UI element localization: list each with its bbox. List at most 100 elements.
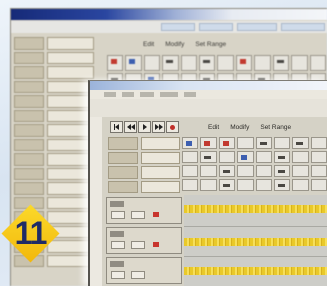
part-value-box[interactable]: [141, 166, 180, 179]
toolbar-button[interactable]: [218, 151, 236, 163]
toolbar-button[interactable]: [254, 55, 271, 71]
toolbar-button[interactable]: [162, 55, 179, 71]
mute-icon[interactable]: [153, 242, 159, 247]
part-value-box[interactable]: [47, 254, 94, 267]
part-value-box[interactable]: [47, 95, 94, 108]
toolbar-button[interactable]: [255, 165, 272, 177]
part-row[interactable]: [108, 180, 180, 193]
track-header[interactable]: [106, 257, 182, 284]
part-value-box[interactable]: [47, 167, 94, 180]
toolbar-button[interactable]: [309, 55, 326, 71]
part-row[interactable]: [108, 166, 180, 179]
toolbar-button[interactable]: [255, 137, 272, 149]
part-value-box[interactable]: [47, 66, 94, 79]
part-value-box[interactable]: [47, 51, 94, 64]
part-value-box[interactable]: [47, 196, 94, 209]
toolbar-button[interactable]: [273, 165, 291, 177]
track-control[interactable]: [131, 271, 145, 279]
toolbar-button[interactable]: [143, 55, 161, 71]
part-row[interactable]: [14, 124, 94, 137]
toolbar-button[interactable]: [237, 137, 254, 149]
part-row[interactable]: [14, 37, 94, 50]
front-window-title-bar[interactable]: [90, 81, 327, 90]
toolbar-button[interactable]: [237, 165, 254, 177]
toolbar-button[interactable]: [273, 137, 291, 149]
part-value-box[interactable]: [47, 109, 94, 122]
part-value-box[interactable]: [47, 153, 94, 166]
track-lanes[interactable]: [184, 195, 327, 286]
toolbar-button[interactable]: [182, 137, 199, 149]
menu-item[interactable]: [184, 92, 196, 97]
part-value-box[interactable]: [47, 37, 94, 50]
toolbar-button[interactable]: [125, 55, 142, 71]
toolbar-button[interactable]: [200, 165, 217, 177]
toolbar-button[interactable]: [237, 151, 254, 163]
toolbar-button[interactable]: [292, 137, 309, 149]
toolbar-button[interactable]: [200, 179, 217, 191]
play-button[interactable]: [138, 121, 151, 133]
toolbar-button[interactable]: [180, 55, 198, 71]
part-row[interactable]: [14, 95, 94, 108]
part-value-box[interactable]: [47, 124, 94, 137]
track-control[interactable]: [111, 271, 125, 279]
toolbar-button[interactable]: [272, 55, 290, 71]
audio-waveform[interactable]: [184, 205, 327, 213]
toolbar-button[interactable]: [199, 55, 216, 71]
record-button[interactable]: [166, 121, 179, 133]
toolbar-button[interactable]: [292, 179, 309, 191]
menu-edit[interactable]: Edit: [208, 124, 219, 131]
menu-modify[interactable]: Modify: [230, 124, 249, 131]
track-header[interactable]: [106, 227, 182, 254]
menu-item[interactable]: [122, 92, 134, 97]
part-value-box[interactable]: [141, 151, 180, 164]
track-control[interactable]: [131, 241, 145, 249]
menu-item[interactable]: [104, 92, 116, 97]
toolbar-button[interactable]: [200, 137, 217, 149]
toolbar-button[interactable]: [273, 151, 291, 163]
part-row[interactable]: [14, 167, 94, 180]
mute-icon[interactable]: [153, 212, 159, 217]
menu-edit[interactable]: Edit: [143, 41, 154, 51]
toolbar-button[interactable]: [217, 55, 234, 71]
track-control[interactable]: [131, 211, 145, 219]
part-value-box[interactable]: [141, 137, 180, 150]
part-value-box[interactable]: [47, 138, 94, 151]
part-row[interactable]: [14, 182, 94, 195]
toolbar-button[interactable]: [218, 179, 236, 191]
toolbar-button[interactable]: [310, 151, 327, 163]
part-row[interactable]: [14, 80, 94, 93]
toolbar-button[interactable]: [255, 179, 272, 191]
skip-back-button[interactable]: [110, 121, 123, 133]
track-control[interactable]: [111, 211, 125, 219]
part-row[interactable]: [14, 51, 94, 64]
toolbar-button[interactable]: [182, 179, 199, 191]
toolbar-button[interactable]: [255, 151, 272, 163]
toolbar-button[interactable]: [237, 179, 254, 191]
toolbar-button[interactable]: [310, 179, 327, 191]
part-value-box[interactable]: [47, 80, 94, 93]
toolbar-button[interactable]: [182, 165, 199, 177]
menu-item[interactable]: [160, 92, 178, 97]
toolbar-button[interactable]: [292, 165, 309, 177]
toolbar-button[interactable]: [218, 165, 236, 177]
part-row[interactable]: [108, 137, 180, 150]
toolbar-button[interactable]: [310, 165, 327, 177]
part-row[interactable]: [14, 138, 94, 151]
back-window-title-bar[interactable]: [11, 9, 327, 20]
menu-modify[interactable]: Modify: [165, 41, 184, 51]
toolbar-button[interactable]: [235, 55, 253, 71]
toolbar-button[interactable]: [182, 151, 199, 163]
toolbar-button[interactable]: [273, 179, 291, 191]
part-value-box[interactable]: [141, 180, 180, 193]
track-header[interactable]: [106, 197, 182, 224]
toolbar-button[interactable]: [291, 55, 308, 71]
audio-waveform[interactable]: [184, 267, 327, 275]
fast-forward-button[interactable]: [152, 121, 165, 133]
menu-set-range[interactable]: Set Range: [260, 124, 291, 131]
toolbar-button[interactable]: [218, 137, 236, 149]
part-row[interactable]: [108, 151, 180, 164]
rewind-button[interactable]: [124, 121, 137, 133]
toolbar-button[interactable]: [310, 137, 327, 149]
menu-item[interactable]: [140, 92, 154, 97]
part-row[interactable]: [14, 153, 94, 166]
